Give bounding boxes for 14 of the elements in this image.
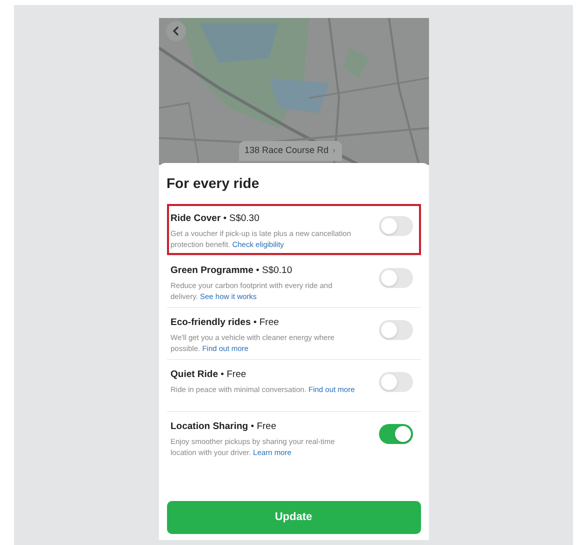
update-button[interactable]: Update xyxy=(166,501,420,534)
option-title: Eco-friendly rides • Free xyxy=(170,316,280,330)
option-title: Ride Cover • S$0.30 xyxy=(170,212,260,226)
option-title: Quiet Ride • Free xyxy=(170,368,248,382)
section-title: For every ride xyxy=(166,174,260,193)
toggle-switch[interactable] xyxy=(378,372,412,392)
toggle-switch[interactable] xyxy=(378,320,412,340)
toggle-switch[interactable] xyxy=(378,268,412,288)
option-title: Location Sharing • Free xyxy=(170,420,278,434)
toggle-switch[interactable] xyxy=(378,424,412,444)
toggle-switch[interactable] xyxy=(378,216,412,236)
back-icon xyxy=(172,26,180,36)
address-chip[interactable]: 138 Race Course Rd › xyxy=(238,141,342,161)
option-title: Green Programme • S$0.10 xyxy=(170,264,294,278)
